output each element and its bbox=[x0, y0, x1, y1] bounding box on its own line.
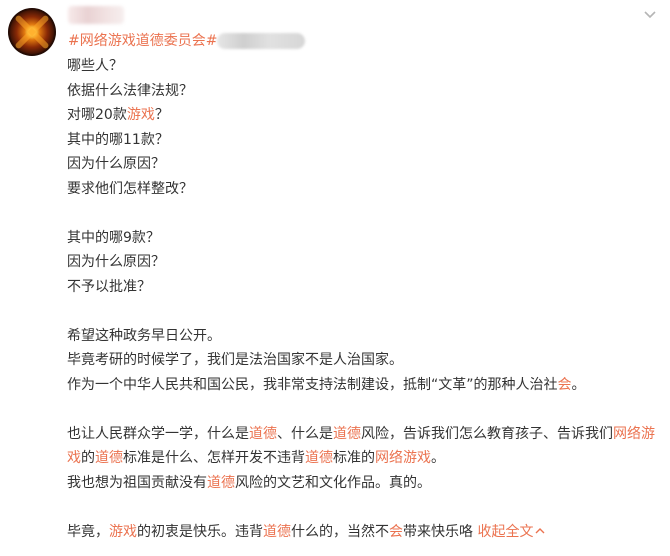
text-segment: 要求他们怎样整改？ bbox=[67, 180, 193, 197]
text-line: 戏的道德标准是什么、怎样开发不违背道德标准的网络游戏。 bbox=[67, 446, 667, 471]
text-segment: 风险的文艺和文化作品。真的。 bbox=[235, 474, 431, 491]
text-segment: 依据什么法律法规？ bbox=[67, 82, 193, 99]
text-line: 要求他们怎样整改？ bbox=[67, 177, 667, 202]
text-segment: ？ bbox=[154, 107, 169, 123]
keyword-link[interactable]: 网络游 bbox=[613, 426, 655, 442]
post-content: 哪些人？ 依据什么法律法规？ 对哪20款游戏？ 其中的哪11款？ 因为什么原因？ 要求他们… bbox=[67, 54, 667, 544]
text-segment: 风险，告诉我们怎么教育孩子、告诉我们 bbox=[361, 425, 613, 442]
text-segment: 。 bbox=[431, 450, 445, 466]
text-segment: 带来快乐咯 bbox=[403, 523, 478, 540]
topic-hash-open: # bbox=[68, 33, 80, 49]
collapse-label: 收起全文 bbox=[477, 523, 534, 540]
text-line: 不予以批准？ bbox=[67, 275, 667, 300]
keyword-link[interactable]: 游戏 bbox=[109, 524, 137, 540]
text-segment: 什么的，当然不 bbox=[291, 523, 389, 540]
text-line: 因为什么原因？ bbox=[67, 152, 667, 177]
blurred-username[interactable] bbox=[68, 6, 124, 24]
text-line: 其中的哪9款？ bbox=[67, 226, 667, 251]
text-segment: 。 bbox=[571, 376, 586, 393]
text-segment: 其中的哪9款？ bbox=[67, 229, 160, 246]
avatar[interactable] bbox=[8, 8, 56, 56]
text-line: 作为一个中华人民共和国公民，我非常支持法制建设，抵制“文革”的那种人治社会。 bbox=[67, 373, 667, 398]
keyword-link[interactable]: 会 bbox=[558, 377, 572, 393]
text-segment: 也让人民群众学一学，什么是 bbox=[67, 425, 249, 442]
text-segment: 的 bbox=[81, 450, 95, 466]
chevron-down-icon[interactable] bbox=[642, 6, 658, 22]
text-segment: 因为什么原因？ bbox=[67, 254, 165, 270]
keyword-link[interactable]: 网络游戏 bbox=[375, 450, 431, 466]
text-segment: 我也想为祖国贡献没有 bbox=[67, 474, 207, 491]
text-line: 对哪20款游戏？ bbox=[67, 103, 667, 128]
text-segment: 作为一个中华人民共和国公民，我非常支持法制建设，抵制“文革”的那种人治社 bbox=[67, 376, 558, 393]
blurred-mention[interactable] bbox=[217, 33, 305, 49]
keyword-link[interactable]: 游戏 bbox=[127, 107, 155, 123]
keyword-link[interactable]: 道德 bbox=[263, 524, 291, 540]
text-line: 希望这种政务早日公开。 bbox=[67, 324, 667, 349]
keyword-link[interactable]: 道德 bbox=[207, 475, 235, 491]
text-line: 依据什么法律法规？ bbox=[67, 79, 667, 104]
text-segment: 希望这种政务早日公开。 bbox=[67, 327, 221, 344]
text-segment: 毕竟考研的时候学了，我们是法治国家不是人治国家。 bbox=[67, 352, 403, 368]
keyword-link[interactable]: 道德 bbox=[333, 426, 361, 442]
text-segment: 标准的 bbox=[333, 450, 375, 466]
text-segment: 其中的哪11款？ bbox=[67, 131, 169, 148]
text-segment: 对哪20款 bbox=[67, 107, 127, 123]
text-line: 其中的哪11款？ bbox=[67, 128, 667, 153]
keyword-link[interactable]: 戏 bbox=[67, 450, 81, 466]
keyword-link[interactable]: 道德 bbox=[95, 450, 123, 466]
keyword-link[interactable]: 道德 bbox=[249, 426, 277, 442]
text-line: 毕竟考研的时候学了，我们是法治国家不是人治国家。 bbox=[67, 348, 667, 373]
topic-hash-close: # bbox=[205, 33, 218, 49]
text-line: 哪些人？ bbox=[67, 54, 667, 79]
text-line: 我也想为祖国贡献没有道德风险的文艺和文化作品。真的。 bbox=[67, 471, 667, 496]
topic-text: 网络游戏道德委员会 bbox=[79, 33, 206, 49]
keyword-link[interactable]: 道德 bbox=[305, 450, 333, 466]
text-segment: 因为什么原因？ bbox=[67, 156, 165, 172]
text-segment: 、什么是 bbox=[277, 425, 333, 442]
text-line: 也让人民群众学一学，什么是道德、什么是道德风险，告诉我们怎么教育孩子、告诉我们网… bbox=[67, 422, 667, 447]
text-line: 因为什么原因？ bbox=[67, 250, 667, 275]
text-segment: 的初衷是快乐。违背 bbox=[137, 523, 263, 540]
collapse-button[interactable]: 收起全文 bbox=[477, 524, 545, 540]
keyword-link[interactable]: 会 bbox=[389, 524, 403, 540]
text-segment: 哪些人？ bbox=[67, 58, 123, 74]
topic-link[interactable]: #网络游戏道德委员会# bbox=[68, 31, 217, 51]
text-segment: 标准是什么、怎样开发不违背 bbox=[123, 450, 305, 466]
chevron-up-icon bbox=[535, 527, 545, 533]
text-segment: 不予以批准？ bbox=[67, 278, 151, 295]
text-line: 毕竟，游戏的初衷是快乐。违背道德什么的，当然不会带来快乐咯 收起全文 bbox=[67, 520, 667, 545]
text-segment: 毕竟， bbox=[67, 523, 109, 540]
